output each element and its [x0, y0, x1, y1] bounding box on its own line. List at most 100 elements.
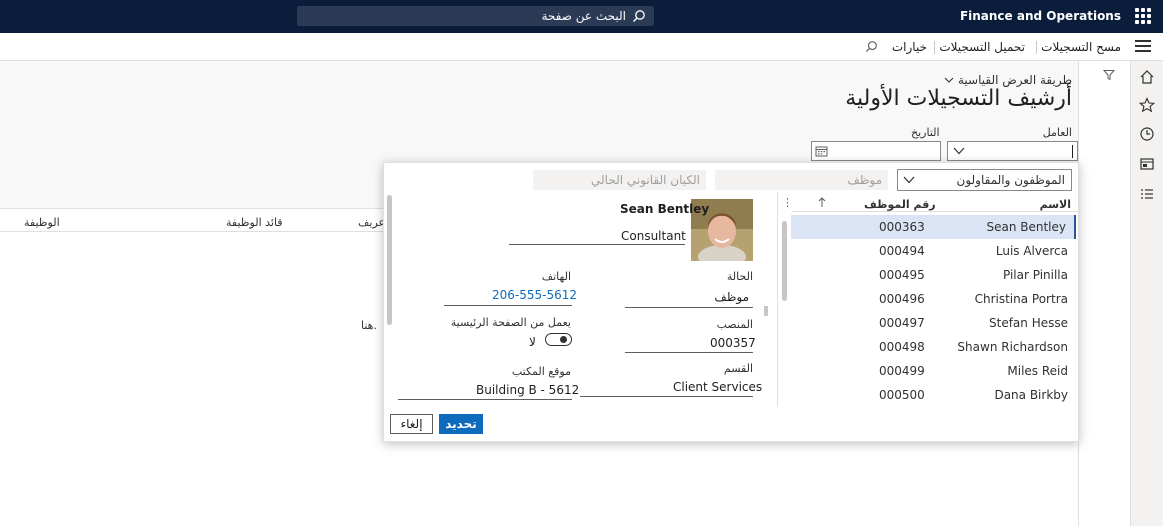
- worker-name-cell: Dana Birkby: [994, 388, 1068, 402]
- app-launcher-icon[interactable]: [1135, 8, 1151, 24]
- date-field[interactable]: [811, 141, 941, 161]
- grid-header-job[interactable]: الوظيفة: [24, 216, 60, 229]
- legal-entity-filter-placeholder: الكيان القانوني الحالي: [591, 173, 700, 187]
- list-item[interactable]: Miles Reid 000499: [791, 359, 1076, 383]
- department-label: القسم: [723, 362, 753, 375]
- card-worker-name: Sean Bentley: [620, 202, 710, 216]
- date-label: التاريخ: [911, 126, 940, 139]
- chevron-down-icon[interactable]: [903, 176, 915, 184]
- status-value: موظف: [714, 290, 749, 304]
- list-item[interactable]: Shawn Richardson 000498: [791, 335, 1076, 359]
- employee-id-cell: 000497: [879, 316, 925, 330]
- grid-header-job-leader[interactable]: قائد الوظيفة: [226, 216, 283, 229]
- phone-link[interactable]: 206-555-5612: [492, 288, 577, 302]
- divider: [934, 41, 935, 54]
- worker-name-cell: Stefan Hesse: [989, 316, 1068, 330]
- action-pane: مسح التسجيلات تحميل التسجيلات خيارات: [0, 33, 1163, 61]
- worker-name-cell: Pilar Pinilla: [1002, 268, 1068, 282]
- worker-name-cell: Shawn Richardson: [957, 340, 1068, 354]
- select-button[interactable]: تحديد: [439, 414, 483, 434]
- divider: [509, 244, 685, 245]
- list-item[interactable]: Luis Alverca 000494: [791, 239, 1076, 263]
- employee-id-cell: 000499: [879, 364, 925, 378]
- home-icon[interactable]: [1139, 69, 1155, 85]
- worker-name-cell: Miles Reid: [1007, 364, 1068, 378]
- recent-clock-icon[interactable]: [1139, 126, 1155, 142]
- app-title[interactable]: Finance and Operations: [960, 9, 1121, 23]
- filter-icon[interactable]: [1103, 69, 1115, 81]
- employee-id-cell: 000498: [879, 340, 925, 354]
- load-registrations-button[interactable]: تحميل التسجيلات: [939, 40, 1025, 54]
- page-title: أرشيف التسجيلات الأولية: [845, 86, 1072, 111]
- worker-name-cell: Sean Bentley: [986, 220, 1066, 234]
- workspaces-icon[interactable]: [1139, 156, 1155, 172]
- status-label: الحالة: [726, 270, 753, 283]
- divider: [792, 211, 1078, 212]
- hamburger-menu-icon[interactable]: [1135, 40, 1151, 54]
- options-button[interactable]: خيارات: [892, 40, 927, 54]
- employee-id-cell: 000500: [879, 388, 925, 402]
- search-placeholder: البحث عن صفحة: [541, 9, 626, 23]
- chevron-down-icon[interactable]: [953, 147, 965, 155]
- divider: [625, 307, 753, 308]
- worker-type-dropdown[interactable]: الموظفون والمقاولون: [897, 169, 1072, 191]
- divider: [444, 305, 572, 306]
- phone-label: الهاتف: [541, 270, 571, 283]
- department-value: Client Services: [673, 380, 763, 394]
- list-item[interactable]: Stefan Hesse 000497: [791, 311, 1076, 335]
- worker-name-cell: Christina Portra: [974, 292, 1068, 306]
- card-scroll-indicator: [764, 306, 768, 316]
- employee-id-cell: 000494: [879, 244, 925, 258]
- navigation-pane: [1130, 61, 1163, 526]
- calendar-icon[interactable]: [815, 145, 828, 157]
- position-label: المنصب: [716, 318, 753, 331]
- text-cursor: [1072, 145, 1073, 158]
- position-value[interactable]: 000357: [710, 336, 756, 350]
- list-item[interactable]: Pilar Pinilla 000495: [791, 263, 1076, 287]
- column-options-icon[interactable]: ⋮: [782, 196, 793, 209]
- sort-ascending-icon[interactable]: [818, 197, 826, 208]
- employee-id-cell: 000363: [879, 220, 925, 234]
- divider: [398, 399, 572, 400]
- list-item[interactable]: Christina Portra 000496: [791, 287, 1076, 311]
- cancel-button[interactable]: إلغاء: [390, 414, 433, 434]
- list-header-name[interactable]: الاسم: [1040, 198, 1071, 211]
- view-selector[interactable]: طريقة العرض القياسية: [944, 73, 1072, 87]
- top-navigation-bar: Finance and Operations البحث عن صفحة: [0, 0, 1163, 33]
- office-location-value: Building B - 5612: [476, 383, 580, 397]
- page-search-input[interactable]: البحث عن صفحة: [297, 6, 654, 26]
- search-icon[interactable]: [865, 40, 878, 53]
- work-from-home-value: لا: [529, 335, 536, 349]
- employee-id-cell: 000496: [879, 292, 925, 306]
- divider: [1036, 41, 1037, 54]
- office-location-label: موقع المكتب: [511, 365, 571, 378]
- empty-grid-text: هنا.: [361, 319, 377, 332]
- card-worker-title: Consultant: [621, 229, 686, 243]
- card-scrollbar[interactable]: [387, 195, 392, 325]
- filter-pane: [1078, 61, 1130, 526]
- worker-field[interactable]: [947, 141, 1078, 161]
- list-item[interactable]: Sean Bentley 000363: [791, 215, 1076, 239]
- employee-filter-placeholder: موظف: [847, 173, 882, 187]
- search-icon: [633, 10, 645, 22]
- work-from-home-label: يعمل من الصفحة الرئيسية: [450, 316, 571, 329]
- list-header-employee-id[interactable]: رقم الموظف: [864, 198, 936, 211]
- modules-list-icon[interactable]: [1139, 186, 1155, 202]
- employee-id-cell: 000495: [879, 268, 925, 282]
- work-from-home-toggle[interactable]: [545, 333, 572, 346]
- toggle-knob: [560, 336, 567, 343]
- favorites-star-icon[interactable]: [1139, 97, 1155, 113]
- divider: [625, 352, 753, 353]
- grid-header-definition[interactable]: عريف: [358, 216, 385, 229]
- worker-name-cell: Luis Alverca: [995, 244, 1068, 258]
- clear-registrations-button[interactable]: مسح التسجيلات: [1041, 40, 1121, 54]
- worker-type-value: الموظفون والمقاولون: [956, 173, 1066, 187]
- worker-label: العامل: [1042, 126, 1072, 139]
- chevron-down-icon: [944, 77, 954, 83]
- employee-filter-field[interactable]: موظف: [715, 170, 888, 190]
- list-scrollbar[interactable]: [782, 221, 787, 301]
- list-item[interactable]: Dana Birkby 000500: [791, 383, 1076, 407]
- legal-entity-filter-field[interactable]: الكيان القانوني الحالي: [533, 170, 706, 190]
- divider: [580, 396, 753, 397]
- view-label: طريقة العرض القياسية: [958, 73, 1072, 87]
